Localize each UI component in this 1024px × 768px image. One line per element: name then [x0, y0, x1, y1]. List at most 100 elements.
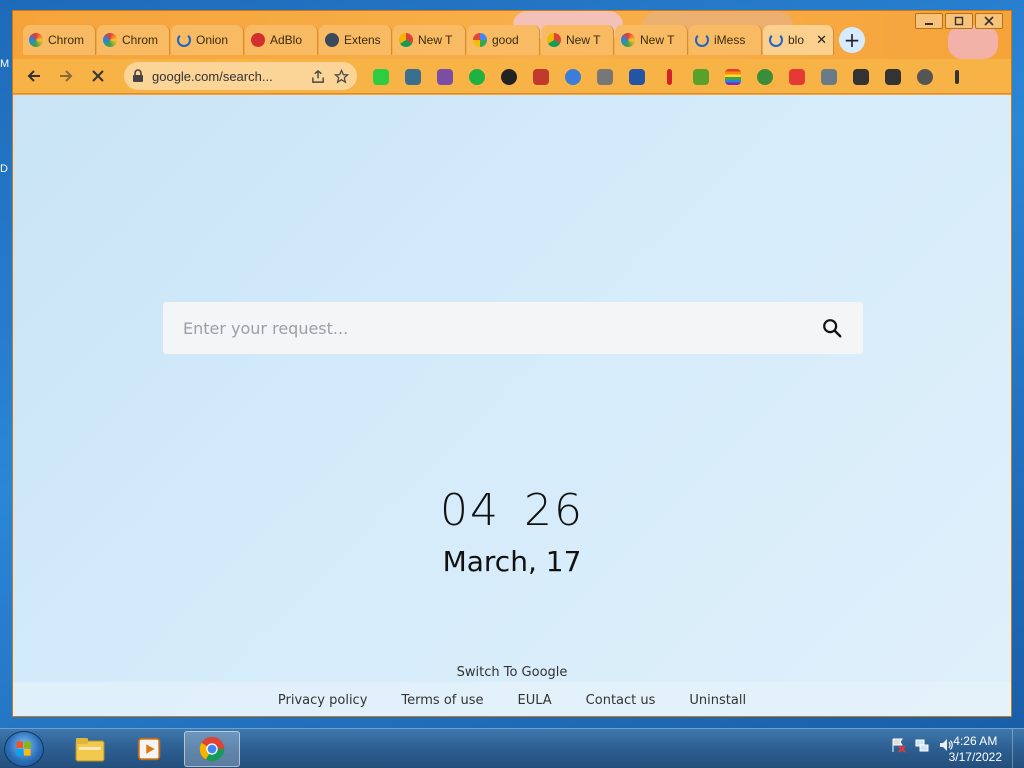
- puzzle-icon[interactable]: [849, 66, 873, 88]
- rainbow-favicon: [621, 33, 635, 47]
- forward-arrow-icon: [60, 70, 73, 82]
- plus-tile-icon[interactable]: [785, 66, 809, 88]
- footer-link-uninstall[interactable]: Uninstall: [689, 693, 746, 708]
- forward-button[interactable]: [51, 61, 81, 91]
- tab-3[interactable]: AdBlo: [245, 25, 318, 55]
- footer-link-contact-us[interactable]: Contact us: [586, 693, 656, 708]
- address-bar[interactable]: google.com/search...: [124, 62, 357, 90]
- share-icon[interactable]: [311, 69, 326, 84]
- tab-label: Extens: [344, 33, 381, 47]
- chat-bubble-icon[interactable]: [465, 66, 489, 88]
- color-wheel-icon[interactable]: [561, 66, 585, 88]
- tab-label: New T: [640, 33, 675, 47]
- system-tray: [890, 737, 954, 753]
- network-icon[interactable]: [914, 737, 930, 753]
- tab-10[interactable]: blo ✕: [763, 25, 834, 55]
- tab-0[interactable]: Chrom: [23, 25, 96, 55]
- footer-links: Privacy policy Terms of use EULA Contact us…: [13, 682, 1011, 716]
- star-bookmark-icon[interactable]: [334, 68, 349, 84]
- search-box[interactable]: [163, 302, 863, 354]
- lock-icon[interactable]: [132, 69, 144, 83]
- alien-icon-glyph: [437, 69, 453, 85]
- theme-decoration: [948, 25, 998, 59]
- maximize-button[interactable]: [945, 13, 973, 29]
- taskbar-chrome[interactable]: [184, 731, 240, 767]
- tab-6[interactable]: good: [467, 25, 540, 55]
- rainbow-favicon: [103, 33, 117, 47]
- taskbar-explorer[interactable]: [62, 731, 118, 767]
- footer-link-terms-of-use[interactable]: Terms of use: [401, 693, 483, 708]
- close-icon: [984, 16, 994, 26]
- title-bar[interactable]: Chrom Chrom Onion AdBlo Extens New T good New T…: [13, 11, 1011, 59]
- pie-icon[interactable]: [497, 66, 521, 88]
- back-button[interactable]: [19, 61, 49, 91]
- close-button[interactable]: [975, 13, 1003, 29]
- footer-link-privacy-policy[interactable]: Privacy policy: [278, 693, 367, 708]
- show-desktop-button[interactable]: [1012, 729, 1024, 768]
- flag-icon[interactable]: [625, 66, 649, 88]
- tab-label: iMess: [714, 33, 746, 47]
- tab-label: Chrom: [48, 33, 85, 47]
- footer-link-eula[interactable]: EULA: [518, 693, 552, 708]
- truck-icon[interactable]: [529, 66, 553, 88]
- clock: 04 26: [13, 485, 1011, 536]
- tab-4[interactable]: Extens: [319, 25, 392, 55]
- tab-9[interactable]: iMess: [689, 25, 762, 55]
- chat-bubble-icon-glyph: [469, 69, 485, 85]
- tab-label: New T: [566, 33, 601, 47]
- start-button[interactable]: [4, 731, 44, 767]
- loading-spinner-icon: [695, 33, 709, 47]
- sidepanel-icon[interactable]: [881, 66, 905, 88]
- date-display: March, 17: [442, 545, 582, 578]
- search-input[interactable]: [183, 318, 821, 338]
- minimize-button[interactable]: [915, 13, 943, 29]
- facetime-icon[interactable]: [369, 66, 393, 88]
- tab-8[interactable]: New T: [615, 25, 688, 55]
- sidepanel-icon-glyph: [885, 69, 901, 85]
- chrome-icon: [547, 33, 561, 47]
- tab-5[interactable]: New T: [393, 25, 466, 55]
- square-o-icon[interactable]: [593, 66, 617, 88]
- action-center-flag-icon[interactable]: [890, 737, 906, 753]
- desktop-icon-label[interactable]: D: [0, 163, 8, 175]
- alien-icon[interactable]: [433, 66, 457, 88]
- bird-icon[interactable]: [401, 66, 425, 88]
- window-controls: [915, 13, 1003, 29]
- tab-7[interactable]: New T: [541, 25, 614, 55]
- new-tab-button[interactable]: +: [839, 27, 865, 53]
- url-text[interactable]: google.com/search...: [152, 69, 303, 84]
- tab-2[interactable]: Onion: [171, 25, 244, 55]
- minimize-icon: [925, 23, 933, 25]
- taskbar-media-player[interactable]: [122, 731, 178, 767]
- rainbow-favicon: [29, 33, 43, 47]
- clock-minutes: 26: [524, 485, 584, 536]
- search-icon[interactable]: [821, 317, 843, 339]
- switch-to-google-link[interactable]: Switch To Google: [13, 665, 1011, 680]
- kebab-menu-icon[interactable]: [945, 66, 969, 88]
- leaf-icon[interactable]: [689, 66, 713, 88]
- toolbar: google.com/search...: [13, 59, 1011, 94]
- tab-label: AdBlo: [270, 33, 303, 47]
- pencil-icon-glyph: [666, 69, 672, 85]
- bird-icon-glyph: [405, 69, 421, 85]
- tab-close-icon[interactable]: ✕: [816, 32, 827, 48]
- clock-hours: 04: [440, 485, 500, 536]
- tab-label: Chrom: [122, 33, 159, 47]
- taskbar: 4:26 AM 3/17/2022: [0, 728, 1024, 768]
- pencil-icon[interactable]: [657, 66, 681, 88]
- leaf-icon-glyph: [693, 69, 709, 85]
- stop-button[interactable]: [83, 61, 113, 91]
- back-arrow-icon: [27, 70, 40, 82]
- rainbow-flag-icon[interactable]: [721, 66, 745, 88]
- tab-strip: Chrom Chrom Onion AdBlo Extens New T good New T…: [23, 25, 835, 55]
- profile-icon[interactable]: [913, 66, 937, 88]
- desktop-icon-label[interactable]: M: [0, 58, 9, 70]
- tab-1[interactable]: Chrom: [97, 25, 170, 55]
- taskbar-clock[interactable]: 4:26 AM 3/17/2022: [949, 733, 1002, 765]
- windows-logo-icon: [16, 741, 31, 756]
- globe-icon[interactable]: [753, 66, 777, 88]
- loading-spinner-icon: [769, 33, 783, 47]
- new-tab-page: 04 26 March, 17 Switch To Google Privacy …: [13, 95, 1011, 716]
- cat-icon[interactable]: [817, 66, 841, 88]
- color-wheel-icon-glyph: [565, 69, 581, 85]
